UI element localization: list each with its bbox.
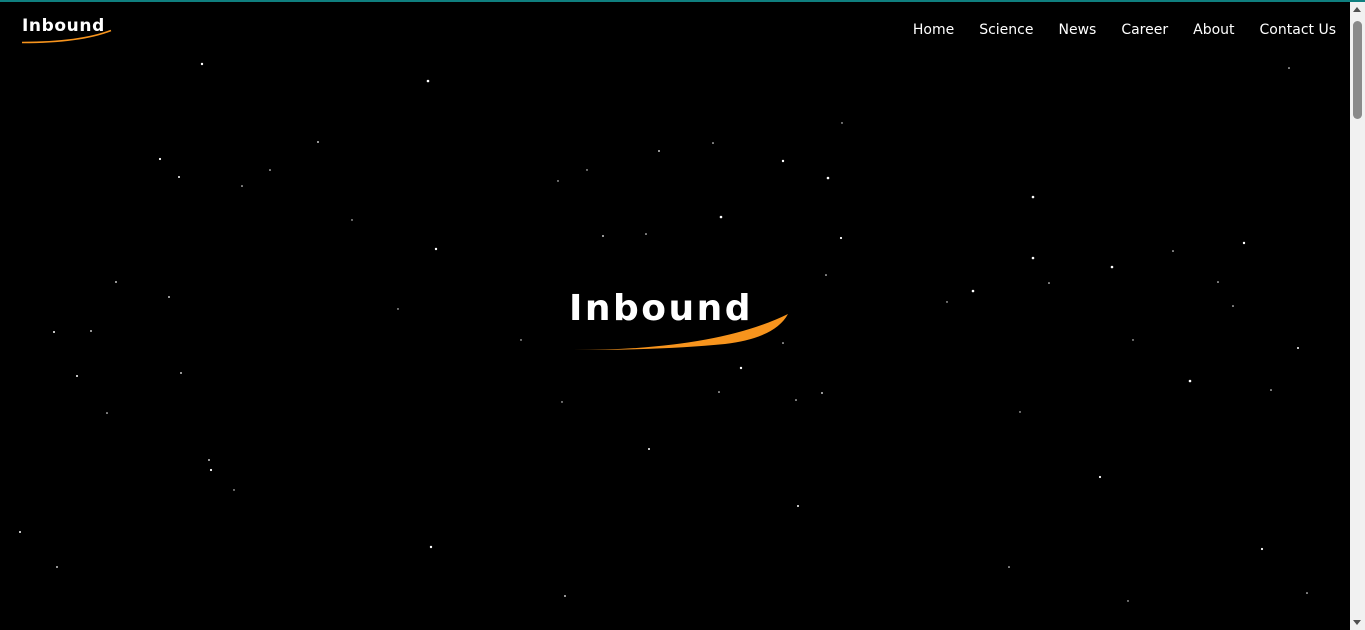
star (56, 566, 58, 568)
star (586, 169, 588, 171)
page: Inbound Home Science News Career About C… (0, 0, 1365, 630)
star (841, 122, 843, 124)
star (1306, 592, 1308, 594)
nav-science[interactable]: Science (979, 20, 1033, 40)
star (1172, 250, 1174, 252)
star (1098, 475, 1102, 479)
star (19, 531, 21, 533)
nav-home[interactable]: Home (913, 20, 954, 40)
star (1048, 282, 1050, 284)
star (397, 308, 399, 310)
star (208, 459, 210, 461)
star (557, 180, 559, 182)
star (839, 236, 843, 240)
star (648, 448, 650, 450)
star (645, 233, 647, 235)
star (658, 150, 660, 152)
star (158, 157, 162, 161)
star (426, 79, 430, 83)
star (1031, 256, 1035, 260)
star (1127, 600, 1129, 602)
star (1188, 379, 1192, 383)
star (712, 142, 714, 144)
nav-about[interactable]: About (1193, 20, 1234, 40)
star (209, 468, 213, 472)
star (1288, 67, 1290, 69)
star (739, 366, 743, 370)
star (76, 375, 78, 377)
star (564, 595, 566, 597)
star (1217, 281, 1219, 283)
star (520, 339, 522, 341)
star (1242, 241, 1246, 245)
star (429, 545, 433, 549)
star (797, 505, 799, 507)
star (180, 372, 182, 374)
star (781, 159, 785, 163)
star (602, 235, 604, 237)
star (825, 274, 827, 276)
star (1297, 347, 1299, 349)
star (826, 176, 830, 180)
star (106, 412, 108, 414)
vertical-scrollbar[interactable] (1350, 2, 1365, 630)
star (1110, 265, 1114, 269)
star (1132, 339, 1134, 341)
star (718, 391, 720, 393)
star (233, 489, 235, 491)
scroll-thumb[interactable] (1353, 21, 1362, 119)
star (1270, 389, 1272, 391)
nav-contact-us[interactable]: Contact Us (1260, 20, 1336, 40)
star (317, 141, 319, 143)
scroll-up-arrow-icon[interactable] (1353, 7, 1361, 12)
star (1019, 411, 1021, 413)
star (241, 185, 243, 187)
star (971, 289, 975, 293)
hero-logo: Inbound (569, 288, 788, 350)
nav-news[interactable]: News (1058, 20, 1096, 40)
star (351, 219, 353, 221)
star (200, 62, 204, 66)
star (561, 401, 563, 403)
star (178, 176, 180, 178)
star (1031, 195, 1035, 199)
header-logo[interactable]: Inbound (20, 14, 116, 46)
star (719, 215, 723, 219)
star (53, 331, 55, 333)
star (168, 296, 170, 298)
star (946, 301, 948, 303)
star (1008, 566, 1010, 568)
hero-logo-text: Inbound (569, 288, 753, 329)
star (269, 169, 271, 171)
star (115, 281, 117, 283)
scroll-down-arrow-icon[interactable] (1353, 620, 1361, 625)
star (1260, 547, 1264, 551)
star (434, 247, 438, 251)
star (90, 330, 92, 332)
nav-career[interactable]: Career (1121, 20, 1168, 40)
main-nav: Home Science News Career About Contact U… (888, 20, 1336, 40)
star (795, 399, 797, 401)
star (1232, 305, 1234, 307)
star (821, 392, 823, 394)
header-logo-text: Inbound (22, 16, 105, 36)
